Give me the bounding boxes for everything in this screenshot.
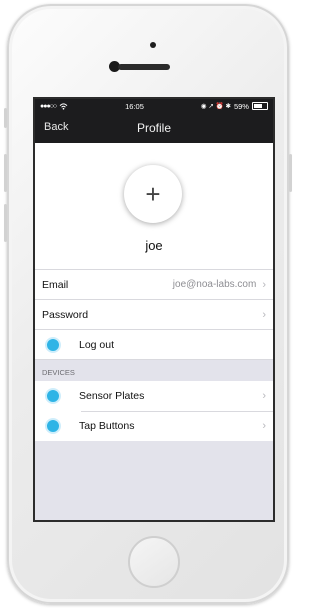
devices-list: Sensor Plates › Tap Buttons › (35, 381, 273, 441)
password-label: Password (42, 308, 89, 321)
status-icons: ◉ ↗ ⏰ ✱ (200, 103, 231, 110)
profile-header: + joe (35, 143, 273, 269)
tap-buttons-label: Tap Buttons (79, 420, 135, 432)
battery-icon (251, 102, 268, 110)
chevron-right-icon: › (262, 390, 266, 402)
account-list: Email joe@noa-labs.com › Password › Log … (35, 269, 273, 359)
password-row[interactable]: Password › (35, 299, 273, 329)
earpiece-speaker (118, 64, 170, 70)
tap-buttons-dot-icon (45, 418, 61, 434)
status-bar: ●●●○○ 16:05 ◉ ↗ ⏰ ✱ 59% (35, 99, 273, 113)
logout-label: Log out (79, 338, 115, 351)
email-label: Email (42, 278, 69, 291)
logout-dot-icon (45, 336, 61, 353)
add-photo-button[interactable]: + (124, 165, 182, 223)
sensor-plates-dot-icon (45, 388, 61, 404)
plus-icon: + (145, 179, 161, 209)
signal-strength-icon: ●●●○○ (40, 102, 57, 110)
battery-percent: 59% (233, 101, 249, 111)
chevron-right-icon: › (262, 308, 266, 321)
tap-buttons-row[interactable]: Tap Buttons › (35, 411, 273, 441)
sensor-plates-row[interactable]: Sensor Plates › (35, 381, 273, 411)
phone-screen: ●●●○○ 16:05 ◉ ↗ ⏰ ✱ 59% Back Profile + j… (33, 97, 275, 522)
logout-row[interactable]: Log out (35, 329, 273, 359)
wifi-icon (59, 102, 68, 110)
back-button[interactable]: Back (44, 121, 68, 133)
navigation-bar: Back Profile (35, 113, 273, 143)
status-time: 16:05 (125, 101, 144, 111)
email-row[interactable]: Email joe@noa-labs.com › (35, 269, 273, 299)
devices-section-header: DEVICES (35, 359, 273, 381)
devices-header-label: DEVICES (42, 368, 75, 377)
username-label: joe (145, 238, 163, 253)
home-button[interactable] (128, 536, 180, 588)
chevron-right-icon: › (262, 420, 266, 432)
proximity-sensor (150, 42, 156, 48)
volume-up-button (4, 154, 7, 192)
power-button (289, 154, 292, 192)
mute-switch (4, 108, 7, 128)
chevron-right-icon: › (262, 278, 266, 291)
email-value: joe@noa-labs.com (172, 279, 257, 290)
sensor-plates-label: Sensor Plates (79, 390, 145, 402)
volume-down-button (4, 204, 7, 242)
page-title: Profile (136, 121, 171, 135)
